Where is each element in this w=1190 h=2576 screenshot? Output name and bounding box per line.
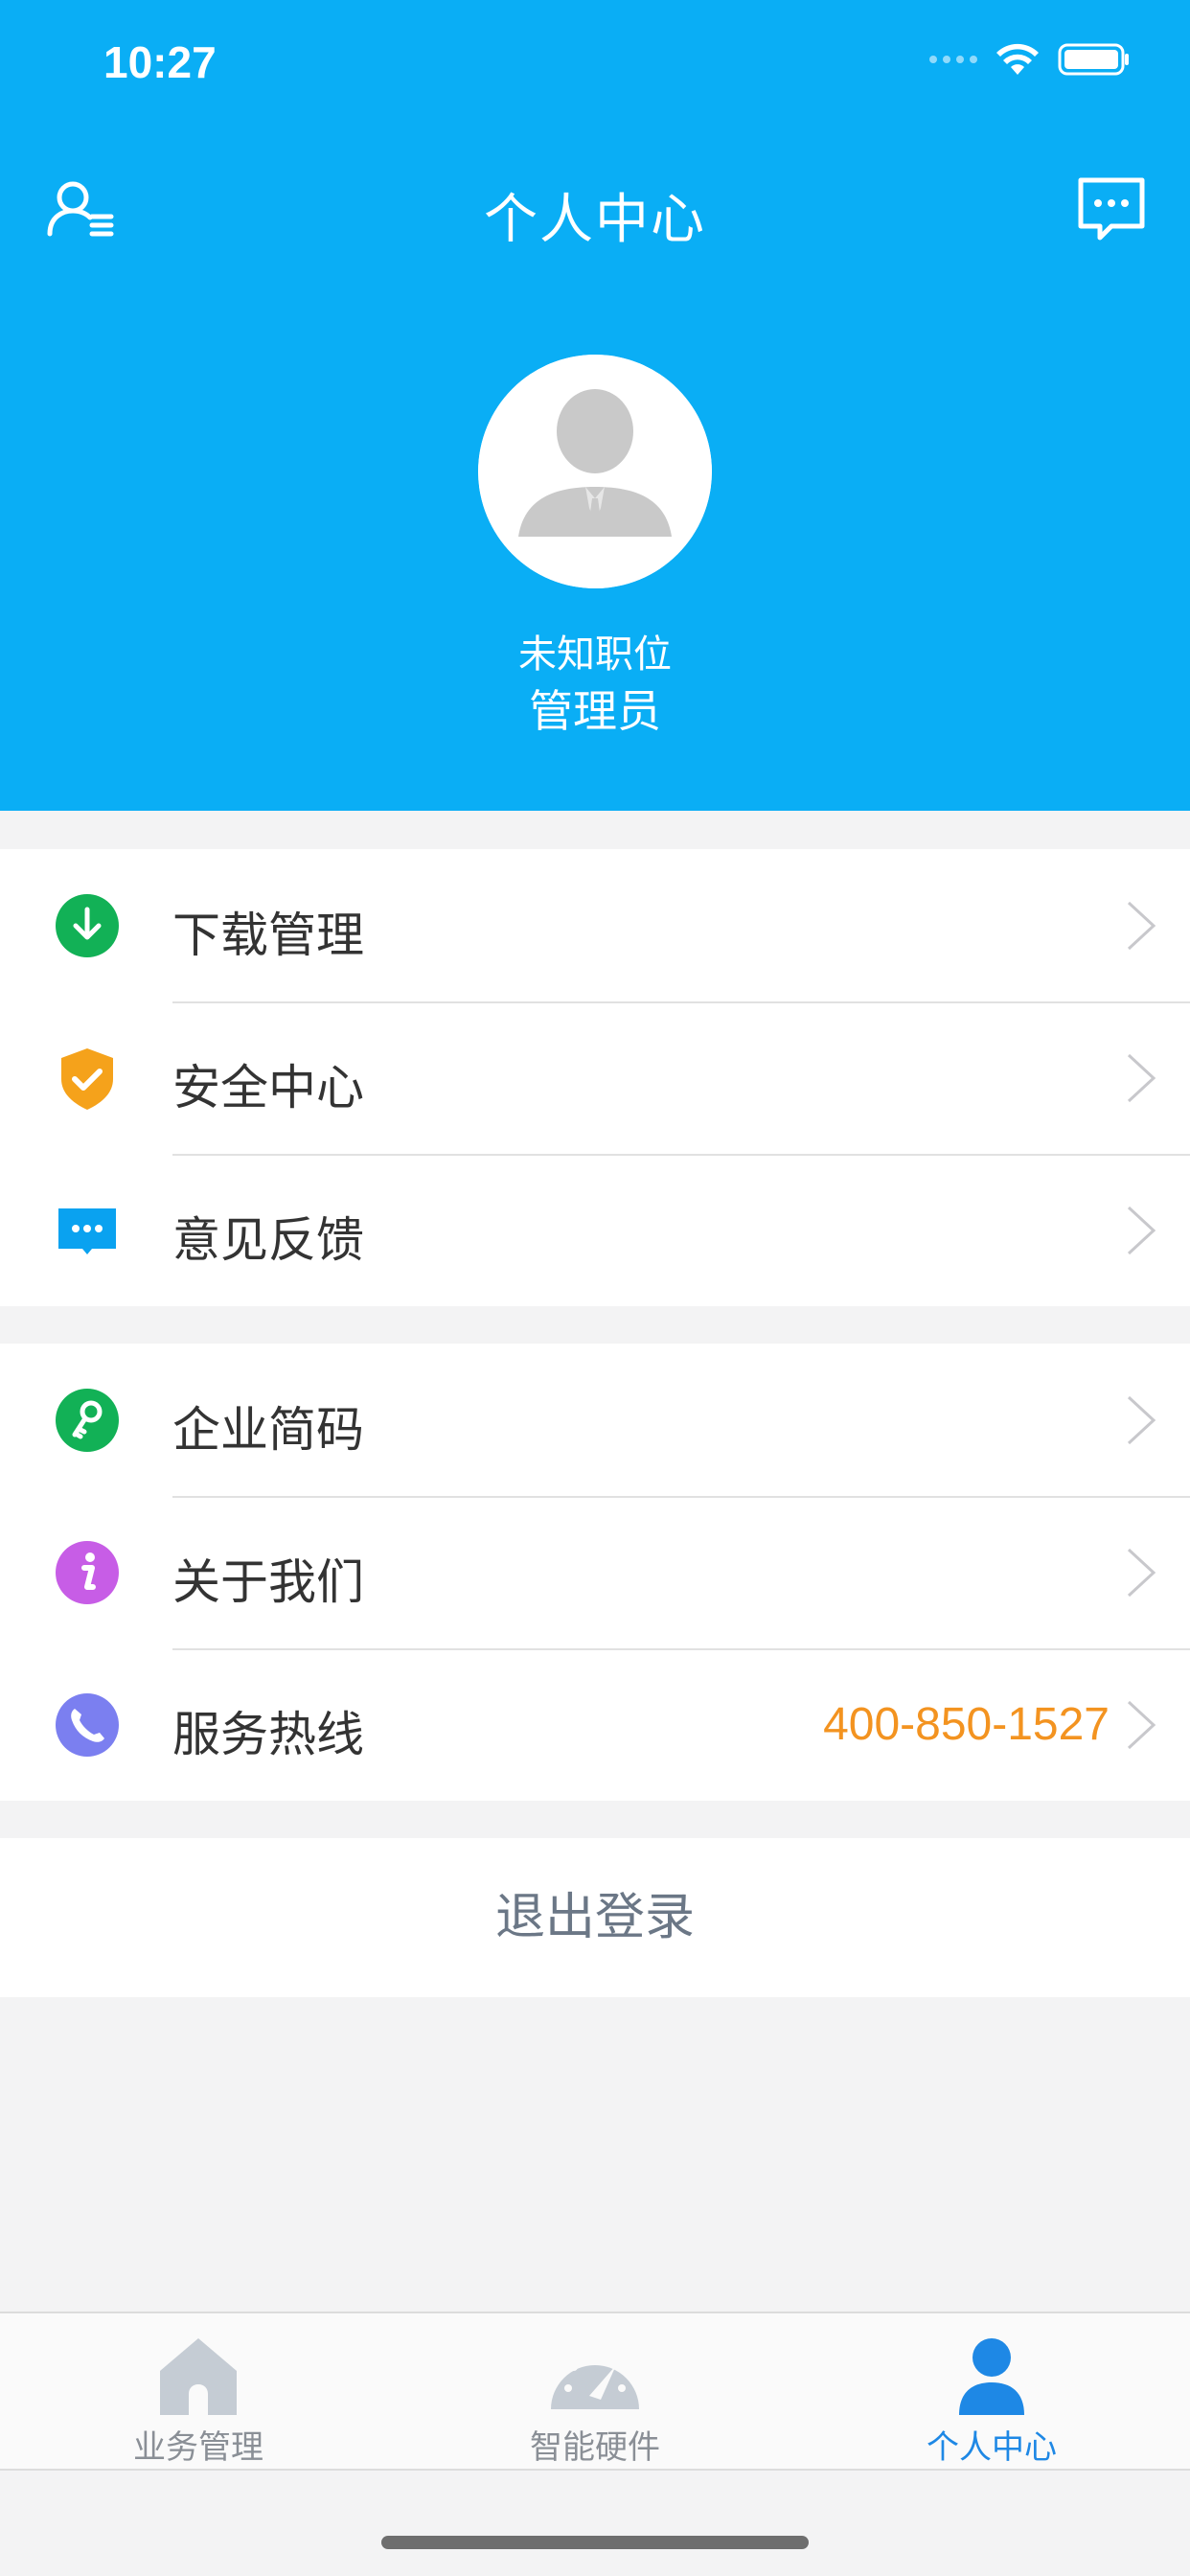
menu-item-label: 意见反馈 <box>172 1212 364 1268</box>
download-icon <box>56 894 119 957</box>
menu-item-label: 安全中心 <box>172 1060 364 1116</box>
avatar[interactable] <box>478 355 712 588</box>
status-time: 10:27 <box>103 37 217 87</box>
chevron-right-icon <box>1125 1051 1157 1105</box>
menu-group-2: 企业简码 关于我们 服务热线 400-850-1527 <box>0 1344 1190 1801</box>
hotline-number: 400-850-1527 <box>823 1699 1110 1750</box>
tab-bar: 业务管理 智能硬件 个人中心 <box>0 2312 1190 2471</box>
message-button[interactable] <box>1073 171 1150 247</box>
menu-item-security[interactable]: 安全中心 <box>0 1001 1190 1154</box>
chevron-right-icon <box>1125 1698 1157 1752</box>
menu-item-label: 下载管理 <box>172 908 364 963</box>
tab-profile[interactable]: 个人中心 <box>793 2313 1190 2469</box>
tab-business[interactable]: 业务管理 <box>0 2313 397 2469</box>
status-indicators <box>929 42 1131 77</box>
tab-label: 业务管理 <box>133 2428 263 2467</box>
logout-button[interactable]: 退出登录 <box>0 1838 1190 1997</box>
key-icon <box>56 1389 119 1452</box>
page-title: 个人中心 <box>484 189 706 251</box>
battery-icon <box>1058 43 1129 76</box>
shield-check-icon <box>56 1046 119 1110</box>
person-icon <box>942 2333 1041 2421</box>
menu-item-label: 服务热线 <box>172 1707 364 1762</box>
profile-header: 10:27 个人中心 未知职位 管理员 <box>0 0 1190 811</box>
tab-label: 个人中心 <box>927 2428 1057 2467</box>
menu-item-download[interactable]: 下载管理 <box>0 849 1190 1001</box>
phone-icon <box>56 1693 119 1757</box>
menu-item-hotline[interactable]: 服务热线 400-850-1527 <box>0 1648 1190 1801</box>
chevron-right-icon <box>1125 1393 1157 1447</box>
menu-item-about[interactable]: 关于我们 <box>0 1496 1190 1648</box>
menu-item-label: 关于我们 <box>172 1554 364 1610</box>
menu-item-company-code[interactable]: 企业简码 <box>0 1344 1190 1496</box>
chevron-right-icon <box>1125 899 1157 953</box>
job-position: 未知职位 <box>518 632 672 677</box>
avatar-icon <box>478 355 712 588</box>
wifi-icon <box>996 43 1039 75</box>
feedback-icon <box>56 1199 119 1262</box>
user-role: 管理员 <box>529 685 661 737</box>
menu-item-label: 企业简码 <box>172 1402 364 1458</box>
home-indicator <box>381 2536 809 2549</box>
signal-icon <box>929 56 977 63</box>
gauge-icon <box>545 2333 645 2421</box>
chevron-right-icon <box>1125 1204 1157 1257</box>
tab-hardware[interactable]: 智能硬件 <box>397 2313 793 2469</box>
chevron-right-icon <box>1125 1546 1157 1599</box>
menu-group-1: 下载管理 安全中心 意见反馈 <box>0 849 1190 1306</box>
info-icon <box>56 1541 119 1604</box>
message-icon <box>1078 177 1145 241</box>
tab-label: 智能硬件 <box>530 2428 660 2467</box>
menu-item-feedback[interactable]: 意见反馈 <box>0 1154 1190 1306</box>
home-icon <box>149 2333 248 2421</box>
